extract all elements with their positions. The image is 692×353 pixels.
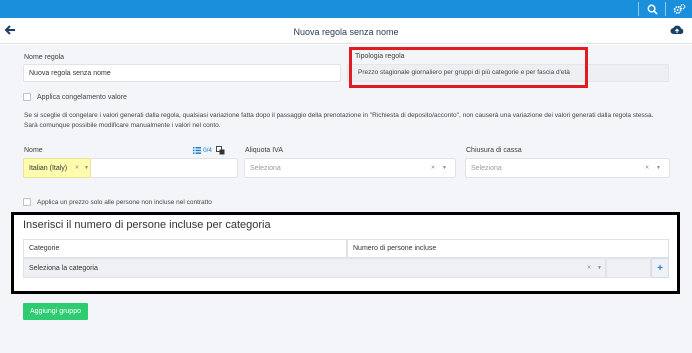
clear-icon[interactable]: × (587, 265, 591, 272)
language-select[interactable]: Italian (Italy) × ▼ (23, 158, 91, 178)
freeze-note-2: Sarà comunque possibile modificare manua… (24, 122, 221, 129)
language-counter-text: 0/4 (203, 147, 213, 154)
persons-number-input[interactable] (606, 258, 651, 278)
gears-icon[interactable] (667, 0, 691, 18)
col-category-header: Categorie (23, 239, 347, 258)
rule-type-value: Prezzo stagionale giornaliero per gruppi… (358, 69, 570, 76)
rule-name-input[interactable]: Nuova regola senza nome (23, 64, 341, 82)
chevron-down-icon[interactable]: ▼ (656, 165, 661, 171)
clear-icon[interactable]: × (75, 165, 79, 172)
page-title: Nuova regola senza nome (293, 27, 399, 37)
add-row-button[interactable]: + (651, 258, 669, 278)
search-icon[interactable] (640, 0, 664, 18)
cloud-upload-icon[interactable] (670, 24, 686, 38)
list-icon (193, 147, 201, 154)
chevron-down-icon[interactable]: ▼ (597, 265, 602, 271)
vat-label: Aliquota IVA (245, 147, 284, 154)
cash-closing-placeholder: Seleziona (471, 164, 502, 172)
col-number-header: Numero di persone incluse (347, 239, 669, 258)
not-included-checkbox[interactable] (23, 198, 31, 206)
vat-placeholder: Seleziona (250, 164, 281, 172)
persons-heading: Inserisci il numero di persone incluse p… (23, 219, 271, 231)
top-bar (0, 0, 692, 18)
title-bar: Nuova regola senza nome (0, 20, 692, 44)
vat-select[interactable]: Seleziona × ▼ (244, 158, 456, 178)
top-bar-separator (638, 2, 639, 16)
add-group-button[interactable]: Aggiungi gruppo (23, 303, 88, 320)
rule-type-label: Tipologia regola (355, 53, 405, 60)
freeze-note: Se si sceglie di congelare i valori gene… (24, 112, 654, 119)
chevron-down-icon[interactable]: ▼ (442, 165, 447, 171)
freeze-label: Applica congelamento valore (37, 94, 127, 101)
cash-closing-label: Chiusura di cassa (466, 147, 522, 154)
chevron-down-icon[interactable]: ▼ (84, 165, 89, 171)
top-bar-separator (665, 2, 666, 16)
clear-icon[interactable]: × (431, 165, 435, 172)
cash-closing-select[interactable]: Seleziona × ▼ (465, 158, 670, 178)
name-label: Nome (24, 147, 43, 154)
language-select-value: Italian (Italy) (29, 164, 68, 172)
category-select-placeholder: Seleziona la categoria (29, 264, 98, 272)
translate-icon[interactable] (216, 146, 225, 155)
plus-icon: + (657, 262, 663, 274)
clear-icon[interactable]: × (645, 165, 649, 172)
category-select[interactable]: Seleziona la categoria × ▼ (23, 258, 606, 278)
language-counter[interactable]: 0/4 (193, 147, 212, 154)
rule-name-label: Nome regola (24, 54, 65, 61)
rule-form: Nome regola Nuova regola senza nome Tipo… (0, 45, 692, 353)
not-included-label: Applica un prezzo solo alle persone non … (37, 199, 212, 206)
freeze-checkbox[interactable] (23, 93, 31, 101)
